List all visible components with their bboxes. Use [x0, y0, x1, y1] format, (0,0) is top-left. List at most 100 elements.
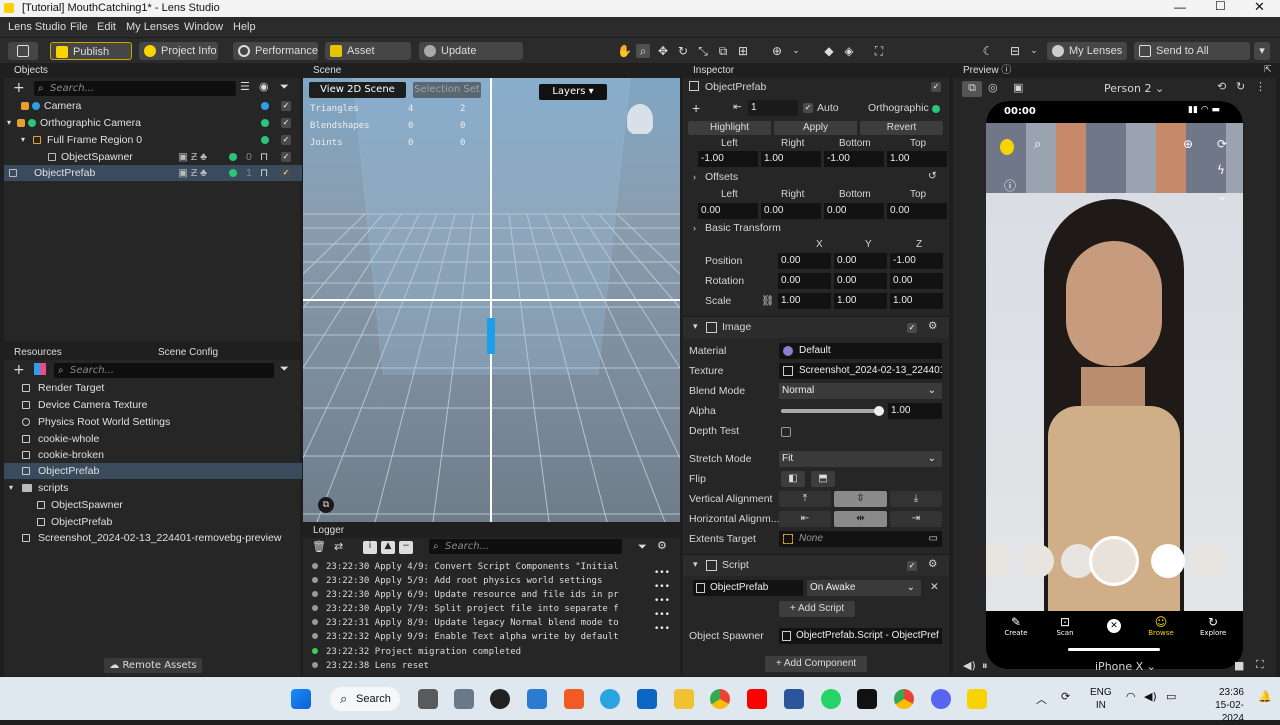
phone-screen[interactable]: ⌕ ⓘ ⊕ ⟳ ϟ ⌄ 00:00 ▮▮ ◠ ▬ ✎ Create ⊡ Scan ✕… [986, 101, 1243, 669]
scale-y-field[interactable]: 1.00 [834, 293, 887, 309]
pan-tool-icon[interactable]: ✋ [617, 44, 632, 58]
object-row-spawner[interactable]: ObjectSpawner ▣ Ƶ ♣ 0 ⊓ ✓ [4, 149, 302, 165]
filter-icon[interactable]: ⏷ [280, 362, 289, 376]
object-enabled-checkbox[interactable]: ✓ [931, 82, 941, 92]
youtube-icon[interactable] [747, 689, 767, 709]
scene-config-tab[interactable]: Scene Config [158, 346, 218, 360]
task-view-icon[interactable] [418, 689, 438, 709]
remote-assets-button[interactable]: ☁ Remote Assets [104, 658, 202, 673]
globe-icon[interactable]: ⊕ [770, 44, 784, 58]
update-materials-button[interactable]: Update materials [419, 42, 523, 75]
warning-filter-icon[interactable]: ▲ [381, 541, 395, 554]
object-row-full-frame[interactable]: ▾ Full Frame Region 0 ✓ [4, 132, 302, 148]
rotation-z-field[interactable]: 0.00 [890, 273, 943, 289]
menu-help[interactable]: Help [233, 21, 256, 33]
record-icon[interactable]: ■ [1234, 659, 1244, 672]
netflix-icon[interactable] [857, 689, 877, 709]
extents-target-field[interactable]: None ▭ [779, 531, 942, 547]
resource-row[interactable]: ObjectPrefab [4, 463, 302, 479]
sync-icon[interactable]: ⟳ [1061, 690, 1070, 703]
camera-mode-icon[interactable]: ⧉ [318, 497, 334, 513]
menu-edit[interactable]: Edit [97, 21, 116, 33]
alpha-slider-handle[interactable] [873, 406, 884, 416]
dark-mode-icon[interactable]: ☾ [981, 44, 995, 58]
remove-script-icon[interactable]: ✕ [930, 581, 939, 593]
stretch-mode-select[interactable]: Fit ⌄ [779, 451, 942, 467]
script-enabled-checkbox[interactable]: ✓ [907, 561, 917, 571]
undo-icon[interactable]: ⟲ [1217, 80, 1226, 93]
resource-row[interactable]: Physics Root World Settings [4, 414, 302, 430]
script-asset-field[interactable]: ObjectPrefab [693, 580, 803, 596]
file-explorer-icon[interactable] [674, 689, 694, 709]
lock-icon[interactable]: ⊓ [260, 165, 268, 181]
add-resource-icon[interactable]: + [13, 362, 25, 378]
send-all-devices-button[interactable]: Send to All Devices [1134, 42, 1250, 75]
brave-icon[interactable] [564, 689, 584, 709]
apply-button[interactable]: Apply [774, 121, 857, 135]
object-spawner-field[interactable]: ObjectPrefab.Script - ObjectPref [779, 628, 942, 644]
my-lenses-button[interactable]: My Lenses [1047, 42, 1127, 60]
preview-mode-icon[interactable]: ⧉ [962, 81, 982, 97]
resource-row[interactable]: Screenshot_2024-02-13_224401-removebg-pr… [4, 530, 302, 546]
revert-button[interactable]: Revert [860, 121, 943, 135]
object-row-camera[interactable]: Camera ✓ [4, 98, 302, 114]
layers-dropdown[interactable]: Layers ▾ [539, 84, 607, 100]
clear-icon[interactable]: ⇄ [334, 540, 343, 553]
align-left-button[interactable]: ⇤ [779, 511, 831, 527]
eye-icon[interactable]: ◉ [259, 80, 269, 93]
publish-lens-button[interactable]: Publish Lens [50, 42, 132, 76]
popout-icon[interactable]: ⇱ [1264, 65, 1272, 75]
link-icon[interactable]: ⛓ [761, 294, 774, 307]
folder-icon[interactable]: ▭ [929, 531, 938, 547]
flip-vertical-button[interactable]: ⬒ [811, 471, 835, 487]
menu-window[interactable]: Window [184, 21, 223, 33]
select-tool-icon[interactable]: ⌕ [636, 44, 650, 58]
menu-lens-studio[interactable]: Lens Studio [8, 21, 66, 33]
view-2d-scene-button[interactable]: View 2D Scene [309, 82, 406, 98]
image-enabled-checkbox[interactable]: ✓ [907, 323, 917, 333]
fullscreen-icon[interactable]: ⛶ [1256, 658, 1264, 672]
highlight-button[interactable]: Highlight [688, 121, 771, 135]
layout-chevron-icon[interactable]: ⌄ [1027, 44, 1041, 58]
offset-right-field[interactable]: 0.00 [761, 203, 821, 219]
anchor-right-field[interactable]: 1.00 [761, 151, 821, 167]
dell-icon[interactable] [490, 689, 510, 709]
asset-library-button[interactable]: Asset Library [325, 42, 411, 75]
trash-icon[interactable]: 🗑 [312, 540, 326, 553]
flip-horizontal-button[interactable]: ◧ [781, 471, 805, 487]
align-vcenter-button[interactable]: ⇳ [834, 491, 887, 507]
close-icon[interactable]: ✕ [1254, 0, 1265, 15]
telegram-icon[interactable] [600, 689, 620, 709]
device-select[interactable]: iPhone X ⌄ [1095, 660, 1156, 673]
discord-icon[interactable] [931, 689, 951, 709]
home-button[interactable] [8, 42, 38, 60]
align-right-button[interactable]: ⇥ [890, 511, 942, 527]
resources-tab[interactable]: Resources [14, 347, 62, 358]
blend-mode-select[interactable]: Normal ⌄ [779, 383, 942, 399]
battery-icon[interactable]: ▭ [1166, 690, 1176, 703]
lens-studio-taskbar-icon[interactable] [967, 689, 987, 709]
settings-icon[interactable]: ⚙ [657, 539, 667, 552]
whatsapp-icon[interactable] [821, 689, 841, 709]
asset-types-icon[interactable] [34, 363, 46, 375]
expand-icon[interactable]: ▾ [693, 559, 698, 570]
material-field[interactable]: Default [779, 343, 942, 359]
add-icon[interactable]: + [692, 100, 700, 116]
frame-icon[interactable]: ⛶ [872, 44, 886, 58]
cubes-icon[interactable]: ◈ [842, 44, 856, 58]
info-icon[interactable]: ⓘ [1001, 65, 1011, 76]
filter-icon[interactable]: ⏷ [638, 540, 647, 554]
rotate-tool-icon[interactable]: ↻ [676, 44, 690, 58]
anchor-bottom-field[interactable]: -1.00 [824, 151, 884, 167]
settings-icon[interactable]: ⚙ [928, 320, 937, 332]
resource-row[interactable]: Device Camera Texture [4, 397, 302, 413]
layout-icon[interactable]: ⊟ [1008, 44, 1022, 58]
word-icon[interactable] [784, 689, 804, 709]
expand-icon[interactable]: ▾ [9, 480, 13, 496]
list-icon[interactable]: ☰ [240, 80, 250, 93]
expand-icon[interactable]: ▾ [21, 132, 25, 148]
chevron-down-icon[interactable]: ⌄ [789, 44, 803, 58]
info-filter-icon[interactable]: i [363, 541, 377, 554]
enable-checkbox[interactable]: ✓ [281, 135, 291, 145]
resources-search-input[interactable]: Search... [54, 363, 274, 378]
